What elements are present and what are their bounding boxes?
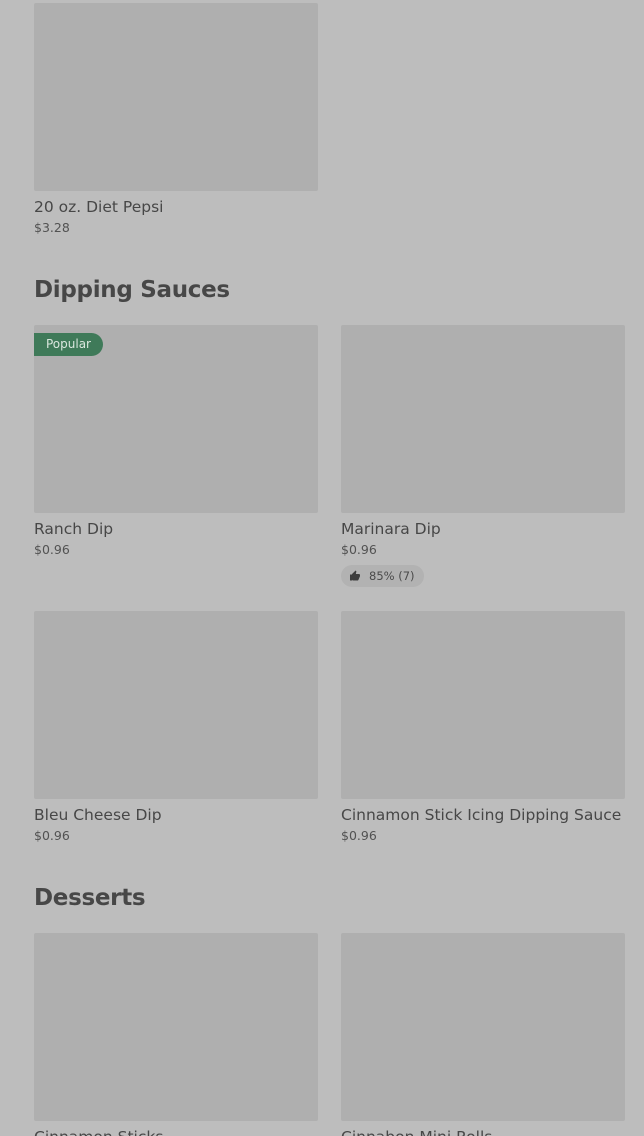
item-name: Marinara Dip bbox=[341, 520, 441, 538]
menu-item-card[interactable]: Marinara Dip $0.96 85% (7) bbox=[341, 325, 625, 587]
item-name: 20 oz. Diet Pepsi bbox=[34, 198, 164, 216]
rating-badge: 85% (7) bbox=[341, 565, 424, 587]
item-price: $0.96 bbox=[34, 828, 70, 843]
item-image bbox=[34, 933, 318, 1121]
item-name: Bleu Cheese Dip bbox=[34, 806, 162, 824]
menu-item-card[interactable]: Popular Ranch Dip $0.96 bbox=[34, 325, 318, 559]
item-image bbox=[341, 325, 625, 513]
item-name: Cinnamon Stick Icing Dipping Sauce bbox=[341, 806, 622, 824]
menu-item-card[interactable]: 20 oz. Diet Pepsi $3.28 bbox=[34, 3, 318, 237]
item-image bbox=[34, 611, 318, 799]
item-image bbox=[34, 3, 318, 191]
item-name: Ranch Dip bbox=[34, 520, 114, 538]
menu-page: 20 oz. Diet Pepsi $3.28 Dipping Sauces P… bbox=[0, 0, 644, 1136]
item-price: $3.28 bbox=[34, 220, 70, 235]
item-image: Popular bbox=[34, 325, 318, 513]
section-title-dipping-sauces: Dipping Sauces bbox=[34, 277, 230, 303]
popular-badge: Popular bbox=[34, 333, 103, 356]
item-name: Cinnamon Sticks bbox=[34, 1126, 318, 1136]
rating-text: 85% (7) bbox=[369, 569, 415, 583]
item-price: $0.96 bbox=[341, 828, 377, 843]
thumbs-up-icon bbox=[350, 570, 360, 581]
menu-item-card[interactable]: Cinnamon Stick Icing Dipping Sauce $0.96 bbox=[341, 611, 625, 845]
menu-item-card[interactable]: Cinnamon Sticks bbox=[34, 933, 318, 1136]
menu-item-card[interactable]: Cinnabon Mini Rolls bbox=[341, 933, 625, 1136]
item-name: Cinnabon Mini Rolls bbox=[341, 1126, 625, 1136]
item-price: $0.96 bbox=[341, 542, 377, 557]
menu-item-card[interactable]: Bleu Cheese Dip $0.96 bbox=[34, 611, 318, 845]
item-image bbox=[341, 933, 625, 1121]
item-image bbox=[341, 611, 625, 799]
section-title-desserts: Desserts bbox=[34, 885, 146, 911]
item-price: $0.96 bbox=[34, 542, 70, 557]
